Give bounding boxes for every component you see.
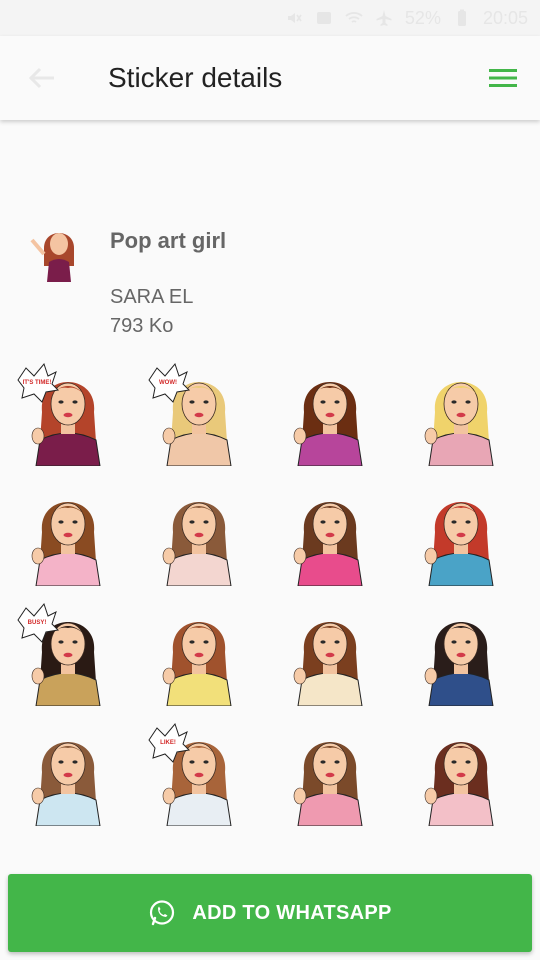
airplane-icon (375, 9, 393, 27)
sticker-item[interactable] (278, 722, 382, 827)
sticker-item[interactable]: BUSY! (16, 602, 120, 707)
hamburger-menu-icon[interactable] (488, 66, 518, 90)
sticker-item[interactable] (409, 602, 513, 707)
sticker-item[interactable] (147, 602, 251, 707)
sticker-item[interactable] (409, 362, 513, 467)
whatsapp-icon (148, 899, 176, 927)
arrow-left-icon[interactable] (28, 66, 56, 90)
sticker-bubble-text: BUSY! (28, 620, 47, 626)
sticker-item[interactable]: WOW! (147, 362, 251, 467)
sticker-bubble-text: WOW! (159, 380, 177, 386)
sticker-item[interactable]: IT'S TIME! (16, 362, 120, 467)
sticker-item[interactable] (16, 482, 120, 587)
wifi-icon (345, 9, 363, 27)
sticker-bubble-text: LIKE! (160, 740, 176, 746)
clock-text: 20:05 (482, 7, 528, 28)
mute-icon (285, 9, 303, 27)
battery-text: 52% (404, 7, 441, 28)
battery-icon (453, 9, 471, 27)
sticker-item[interactable]: LIKE! (147, 722, 251, 827)
sticker-bubble-text: IT'S TIME! (23, 380, 52, 386)
screenshot-icon (315, 9, 333, 27)
sticker-item[interactable] (147, 482, 251, 587)
pack-name: Pop art girl (110, 228, 227, 253)
sticker-item[interactable] (278, 602, 382, 707)
sticker-item[interactable] (409, 722, 513, 827)
app-bar: Sticker details (0, 36, 540, 120)
add-to-whatsapp-button[interactable]: ADD TO WHATSAPP (8, 874, 532, 952)
sticker-item[interactable] (16, 722, 120, 827)
sticker-item[interactable] (278, 362, 382, 467)
pack-size: 793 Ko (110, 315, 174, 337)
sticker-grid: IT'S TIME! WOW! BUSY! LIKE! (16, 362, 524, 827)
add-to-whatsapp-label: ADD TO WHATSAPP (192, 901, 392, 924)
sticker-item[interactable] (409, 482, 513, 587)
pack-publisher: SARA EL (110, 286, 194, 308)
status-bar: 52% 20:05 (0, 0, 540, 36)
page-title: Sticker details (108, 62, 283, 93)
sticker-item[interactable] (278, 482, 382, 587)
pack-tray-icon (28, 220, 90, 282)
